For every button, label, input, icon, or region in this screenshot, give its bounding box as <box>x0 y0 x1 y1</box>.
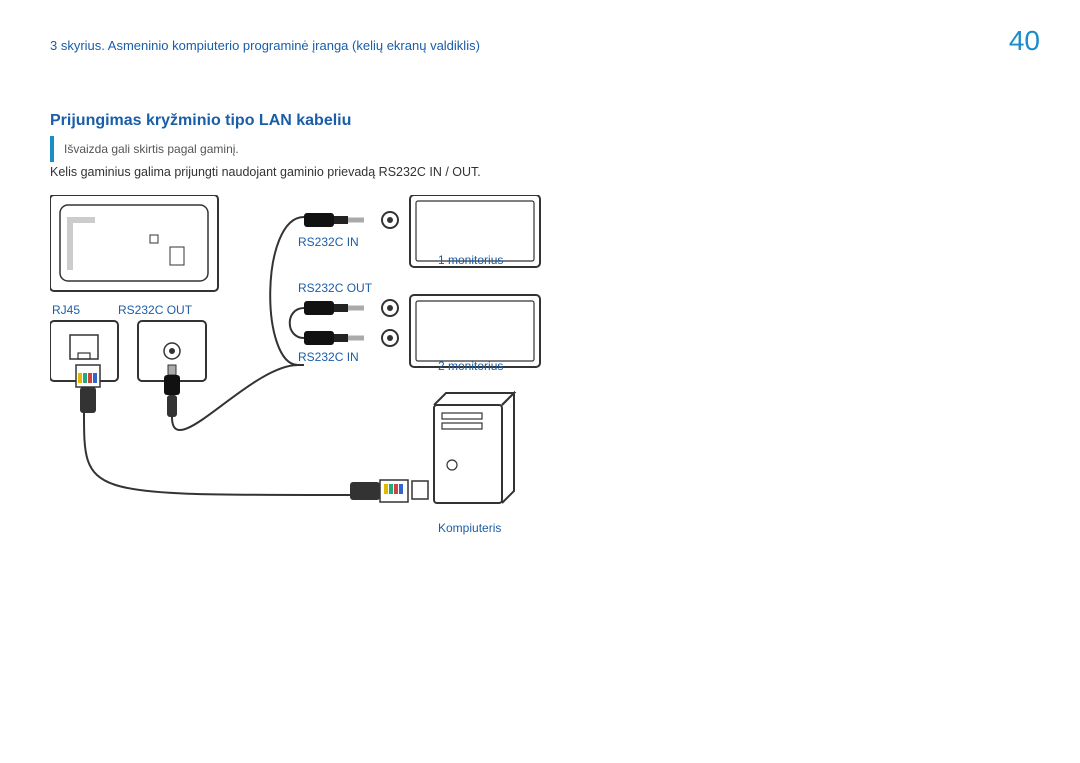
body-paragraph: Kelis gaminius galima prijungti naudojan… <box>50 165 481 179</box>
chapter-title: 3 skyrius. Asmeninio kompiuterio program… <box>50 38 480 53</box>
page-number: 40 <box>1009 25 1040 57</box>
section-title: Prijungimas kryžminio tipo LAN kabeliu <box>50 112 351 130</box>
label-rs232c-in-2: RS232C IN <box>298 350 359 364</box>
label-computer: Kompiuteris <box>438 521 501 535</box>
label-rs232c-out-2: RS232C OUT <box>298 281 372 295</box>
info-note: Išvaizda gali skirtis pagal gaminį. <box>50 136 574 162</box>
label-monitor-2: 2 monitorius <box>438 359 503 373</box>
connection-diagram: RJ45 RS232C OUT RS232C IN 1 monitorius R… <box>50 195 570 555</box>
label-monitor-1: 1 monitorius <box>438 253 503 267</box>
label-rs232c-in-1: RS232C IN <box>298 235 359 249</box>
label-rs232c-out: RS232C OUT <box>118 303 192 317</box>
label-rj45: RJ45 <box>52 303 80 317</box>
